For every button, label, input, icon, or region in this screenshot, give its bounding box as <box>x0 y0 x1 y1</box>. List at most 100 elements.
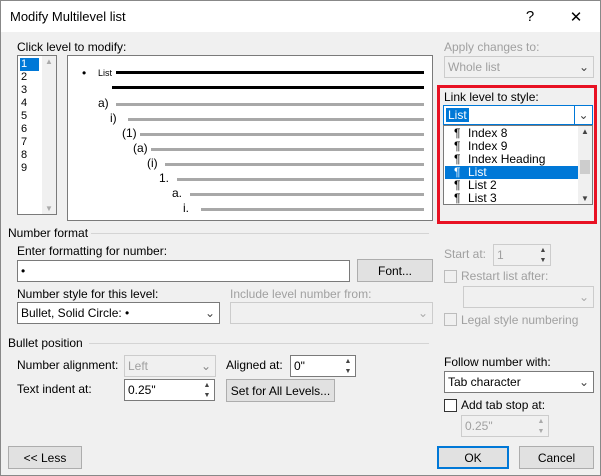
number-format-input[interactable]: • <box>17 260 350 282</box>
font-button-label: Font... <box>377 263 412 278</box>
font-button[interactable]: Font... <box>357 259 433 282</box>
level-item-3[interactable]: 3 <box>20 84 39 97</box>
aligned-at-value: 0" <box>294 359 305 373</box>
preview-line <box>177 178 424 181</box>
help-button[interactable]: ? <box>507 1 553 32</box>
preview-line <box>140 133 424 136</box>
number-format-section: Number format <box>8 226 89 240</box>
ok-button[interactable]: OK <box>437 446 509 469</box>
style-dropdown-list[interactable]: ¶ Index 8 ¶ Index 9 ¶ Index Heading ¶ List ¶ List… <box>443 125 593 205</box>
tab-stop-value: 0.25" <box>465 419 493 433</box>
scroll-up-icon[interactable]: ▲ <box>45 57 53 66</box>
text-indent-input[interactable]: 0.25" ▲ ▼ <box>124 379 215 401</box>
modify-multilevel-list-dialog: Modify Multilevel list ? ✕ Click level t… <box>0 0 601 476</box>
preview-marker: a) <box>98 96 109 110</box>
level-item-6[interactable]: 6 <box>20 123 39 136</box>
set-all-levels-button[interactable]: Set for All Levels... <box>226 379 335 402</box>
number-format-value: • <box>21 264 26 278</box>
style-item[interactable]: ¶ List 3 <box>445 192 578 205</box>
style-item-label: List 2 <box>468 178 497 192</box>
aligned-at-spinner[interactable]: ▲ ▼ <box>341 356 355 376</box>
number-alignment-label: Number alignment: <box>17 358 119 372</box>
level-item-4[interactable]: 4 <box>20 97 39 110</box>
style-scrollbar[interactable]: ▲ ▼ <box>578 126 592 204</box>
chevron-down-icon: ⌄ <box>417 306 429 320</box>
preview-marker: (i) <box>147 156 158 170</box>
chevron-down-icon: ⌄ <box>200 359 212 373</box>
aligned-at-label: Aligned at: <box>226 358 283 372</box>
level-item-7[interactable]: 7 <box>20 136 39 149</box>
style-item[interactable]: ¶ List 2 <box>445 179 578 192</box>
chevron-down-icon[interactable]: ⌄ <box>201 303 219 323</box>
number-alignment-value: Left <box>128 359 149 373</box>
tab-stop-spinner: ▲ ▼ <box>537 417 545 435</box>
preview-marker: 1. <box>159 171 170 185</box>
cancel-button-label: Cancel <box>537 450 576 465</box>
tab-stop-input: 0.25" ▲ ▼ <box>461 415 549 437</box>
number-style-value: Bullet, Solid Circle: • <box>21 306 130 320</box>
preview-line <box>201 208 424 211</box>
text-indent-label: Text indent at: <box>17 382 92 396</box>
cancel-button[interactable]: Cancel <box>519 446 594 469</box>
close-button[interactable]: ✕ <box>553 1 599 32</box>
apply-changes-label: Apply changes to: <box>444 40 540 54</box>
chevron-down-icon: ⌄ <box>578 290 590 304</box>
level-item-1[interactable]: 1 <box>20 58 39 71</box>
add-tab-stop-checkbox[interactable] <box>444 399 457 412</box>
preview-marker: (1) <box>122 126 137 140</box>
preview-line <box>128 118 424 121</box>
number-style-combo[interactable]: Bullet, Solid Circle: • ⌄ <box>17 302 220 324</box>
legal-style-label: Legal style numbering <box>461 313 579 327</box>
title-bar: Modify Multilevel list ? ✕ <box>1 1 600 32</box>
add-tab-stop-label: Add tab stop at: <box>461 398 546 412</box>
text-indent-spinner[interactable]: ▲ ▼ <box>200 380 214 400</box>
scroll-down-icon[interactable]: ▼ <box>45 204 53 213</box>
level-list-label: Click level to modify: <box>17 40 127 54</box>
level-item-2[interactable]: 2 <box>20 71 39 84</box>
link-level-label: Link level to style: <box>444 90 539 104</box>
level-listbox[interactable]: 123456789 ▲ ▼ <box>17 55 57 215</box>
include-level-label: Include level number from: <box>230 287 372 301</box>
link-level-combo[interactable]: List ⌄ <box>443 105 593 125</box>
style-item[interactable]: ¶ List <box>445 166 578 179</box>
start-at-input: 1 ▲ ▼ <box>493 244 551 266</box>
style-item-label: Index 9 <box>468 139 508 153</box>
close-icon: ✕ <box>569 8 583 26</box>
set-all-levels-label: Set for All Levels... <box>230 383 331 398</box>
number-alignment-combo: Left ⌄ <box>124 355 216 377</box>
section-divider <box>91 233 429 234</box>
chevron-down-icon[interactable]: ⌄ <box>575 372 593 392</box>
include-level-combo: ⌄ <box>230 302 433 324</box>
preview-marker: i. <box>183 201 189 215</box>
style-item[interactable]: ¶ Index 8 <box>445 127 578 140</box>
scroll-thumb[interactable] <box>580 160 590 174</box>
apply-changes-combo: Whole list ⌄ <box>444 56 594 78</box>
start-at-label: Start at: <box>444 247 487 261</box>
level-item-9[interactable]: 9 <box>20 162 39 175</box>
preview-line-1 <box>116 71 424 74</box>
scroll-up-icon[interactable]: ▲ <box>581 127 589 136</box>
preview-marker: i) <box>110 111 117 125</box>
level-item-5[interactable]: 5 <box>20 110 39 123</box>
follow-number-value: Tab character <box>448 375 521 389</box>
style-item-label: List <box>468 165 487 179</box>
restart-list-checkbox <box>444 270 457 283</box>
level-scrollbar[interactable]: ▲ ▼ <box>42 56 56 214</box>
legal-style-checkbox <box>444 313 457 326</box>
preview-line <box>151 148 424 151</box>
section-divider <box>89 343 429 344</box>
style-item-label: Index Heading <box>468 152 546 166</box>
dialog-title: Modify Multilevel list <box>10 9 126 24</box>
start-at-value: 1 <box>497 248 504 262</box>
less-button[interactable]: << Less <box>8 446 82 469</box>
scroll-down-icon[interactable]: ▼ <box>581 194 589 203</box>
follow-number-combo[interactable]: Tab character ⌄ <box>444 371 594 393</box>
chevron-down-icon[interactable]: ⌄ <box>574 106 592 124</box>
aligned-at-input[interactable]: 0" ▲ ▼ <box>290 355 356 377</box>
follow-number-label: Follow number with: <box>444 355 551 369</box>
style-item[interactable]: ¶ Index Heading <box>445 153 578 166</box>
paragraph-icon: ¶ <box>454 191 461 205</box>
ok-button-label: OK <box>464 450 482 465</box>
preview-line-1b <box>112 86 424 89</box>
level-item-8[interactable]: 8 <box>20 149 39 162</box>
